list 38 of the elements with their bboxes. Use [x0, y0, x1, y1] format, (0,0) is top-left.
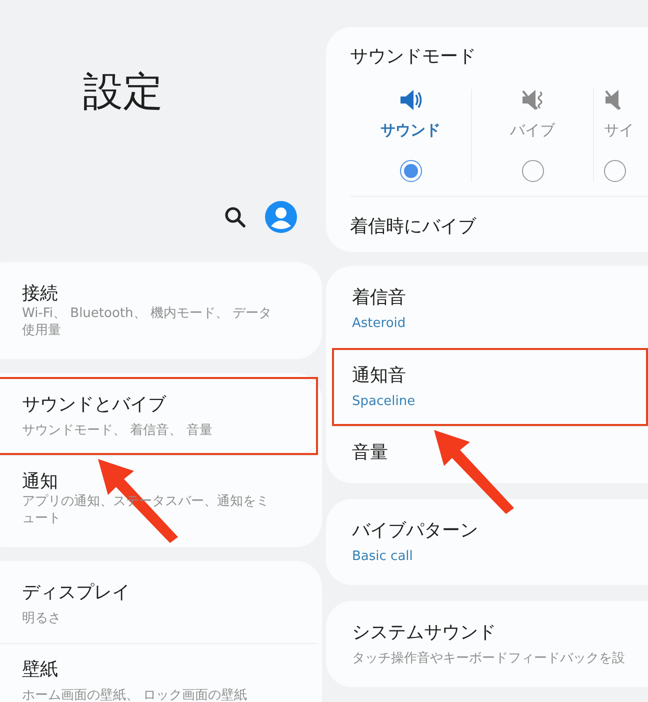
item-title: 通知 [22, 470, 58, 494]
item-value: Asteroid [352, 316, 406, 332]
radio-button[interactable] [604, 160, 626, 182]
item-description: ホーム画面の壁紙、 ロック画面の壁紙 [22, 688, 248, 702]
item-value: Basic call [352, 548, 413, 566]
settings-item[interactable]: バイブパターン Basic call [332, 502, 648, 580]
settings-item[interactable]: 接続 Wi-Fi、 Bluetooth、 機内モード、 データ使用量 [0, 266, 318, 355]
search-icon[interactable] [224, 206, 246, 228]
item-description: Wi-Fi、 Bluetooth、 機内モード、 データ使用量 [22, 306, 273, 340]
item-description: 明るさ [22, 610, 61, 628]
radio-button[interactable] [400, 160, 422, 182]
setting-label[interactable]: 着信時にバイブ [350, 196, 648, 240]
item-title: 通知音 [352, 364, 406, 387]
muted-speaker-icon [520, 89, 544, 111]
settings-item[interactable]: ディスプレイ 明るさ [0, 564, 318, 643]
settings-item[interactable]: 壁紙 ホーム画面の壁紙、 ロック画面の壁紙 [0, 642, 318, 702]
mode-label: バイブ [510, 120, 555, 141]
item-value: Spaceline [352, 394, 416, 410]
mode-label: サイ [604, 120, 634, 141]
item-title: バイブパターン [352, 518, 478, 542]
item-title: 壁紙 [22, 658, 58, 682]
settings-item[interactable]: システムサウンド タッチ操作音やキーボードフィードバックを設 [332, 604, 648, 682]
item-title: サウンドとバイブ [22, 392, 166, 416]
speaker-icon [398, 89, 422, 111]
item-title: 着信音 [352, 286, 406, 309]
page-title: 設定 [83, 72, 163, 112]
settings-item[interactable]: 音量 [332, 426, 648, 478]
profile-icon[interactable] [264, 200, 298, 234]
mode-label: サウンド [380, 120, 440, 141]
item-description: タッチ操作音やキーボードフィードバックを設 [352, 650, 625, 668]
section-title: サウンドモード [350, 45, 476, 68]
item-title: 音量 [352, 440, 388, 464]
item-title: ディスプレイ [22, 580, 130, 604]
item-title: 接続 [22, 282, 58, 306]
settings-item[interactable]: 着信音 Asteroid [332, 270, 648, 348]
item-title: システムサウンド [352, 620, 496, 644]
radio-button[interactable] [522, 160, 544, 182]
item-description: サウンドモード、 着信音、 音量 [22, 422, 212, 440]
